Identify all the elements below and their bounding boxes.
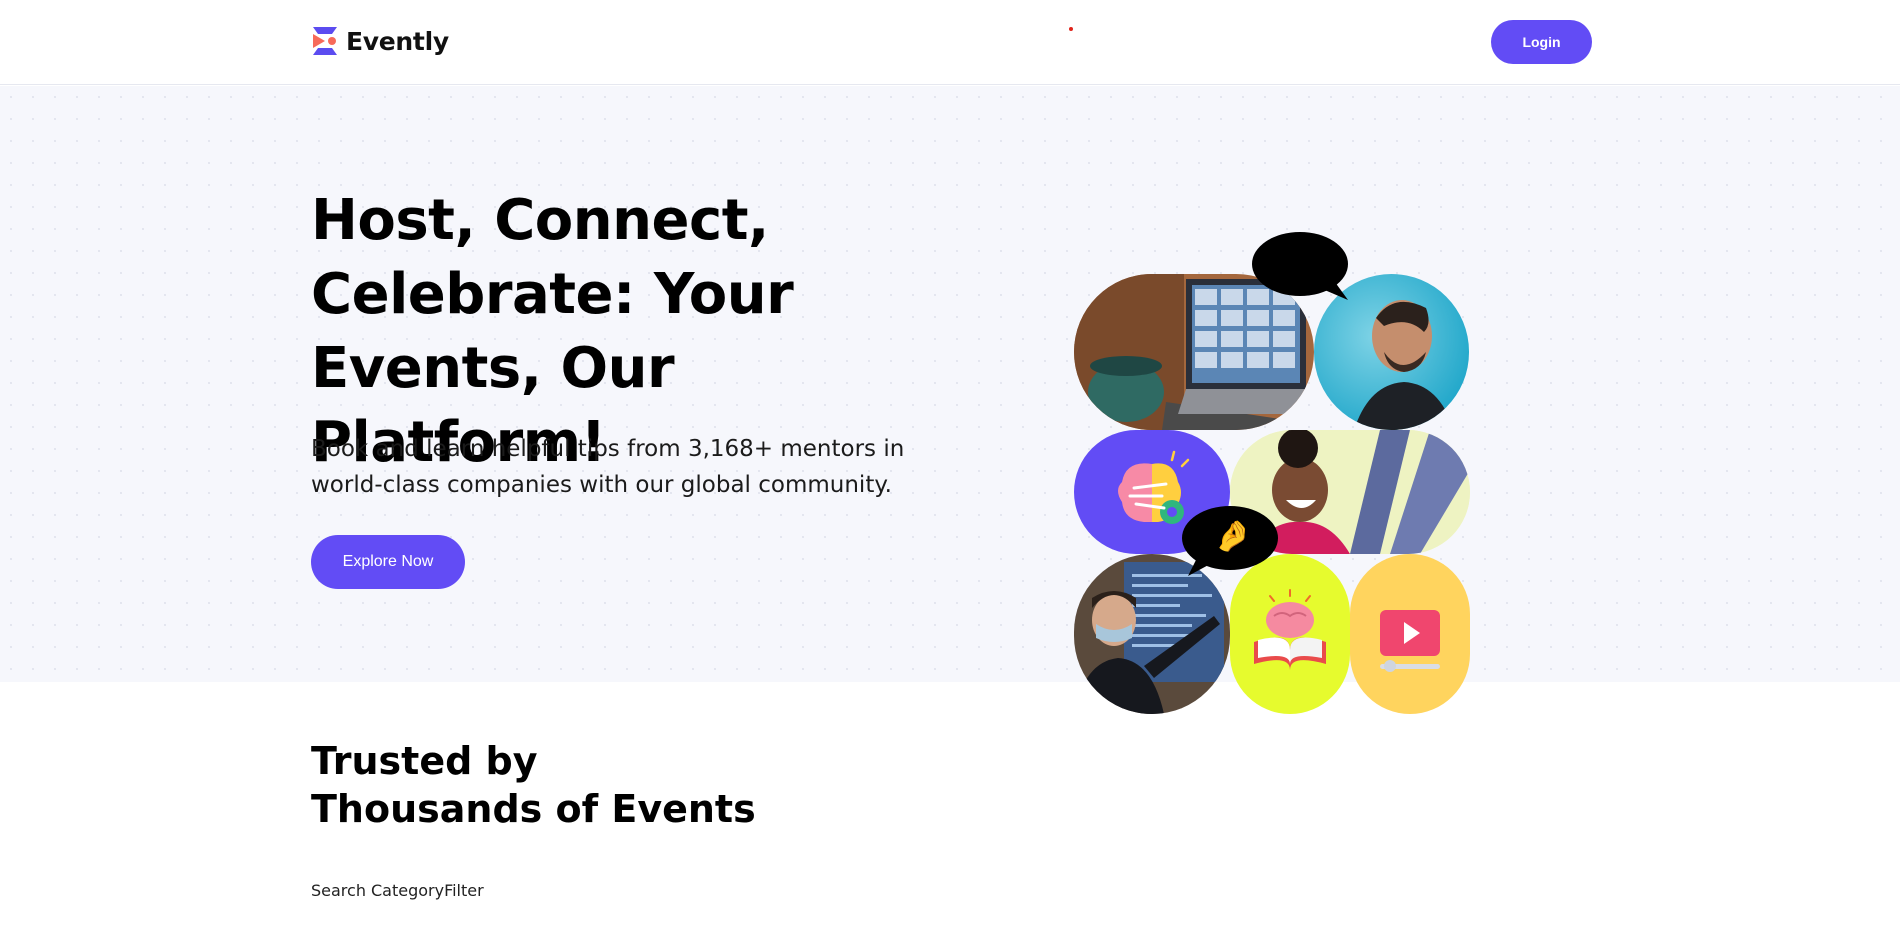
hero-subtitle: Book and learn helpful tips from 3,168+ … bbox=[311, 436, 905, 498]
category-label[interactable]: Category bbox=[371, 881, 444, 900]
collage-presenter-photo bbox=[1074, 554, 1230, 714]
site-header: Evently Login bbox=[0, 0, 1900, 85]
filter-label[interactable]: Filter bbox=[444, 881, 484, 900]
hero-collage: 😍 🤌 bbox=[1070, 224, 1470, 714]
filter-bar: Search Category Filter bbox=[311, 881, 484, 900]
hero-section: Host, Connect, Celebrate: Your Events, O… bbox=[0, 86, 1900, 714]
login-button[interactable]: Login bbox=[1491, 20, 1592, 64]
trusted-heading-line2: Thousands of Events bbox=[311, 787, 756, 831]
love-emoji-icon: 😍 bbox=[1282, 245, 1314, 280]
explore-now-button[interactable]: Explore Now bbox=[311, 535, 465, 589]
love-emoji-bubble: 😍 bbox=[1252, 232, 1350, 302]
logo-icon bbox=[311, 26, 339, 56]
brand-logo[interactable]: Evently bbox=[311, 26, 449, 56]
trusted-heading: Trusted by Thousands of Events bbox=[311, 737, 911, 833]
brand-name: Evently bbox=[346, 26, 449, 56]
trusted-heading-line1: Trusted by bbox=[311, 739, 538, 783]
brain-book-icon bbox=[1230, 554, 1350, 714]
video-play-icon bbox=[1350, 554, 1470, 714]
hand-emoji-bubble: 🤌 bbox=[1180, 506, 1278, 576]
indicator-dot bbox=[1069, 27, 1073, 31]
hand-emoji-icon: 🤌 bbox=[1214, 519, 1252, 554]
search-label[interactable]: Search bbox=[311, 881, 366, 900]
